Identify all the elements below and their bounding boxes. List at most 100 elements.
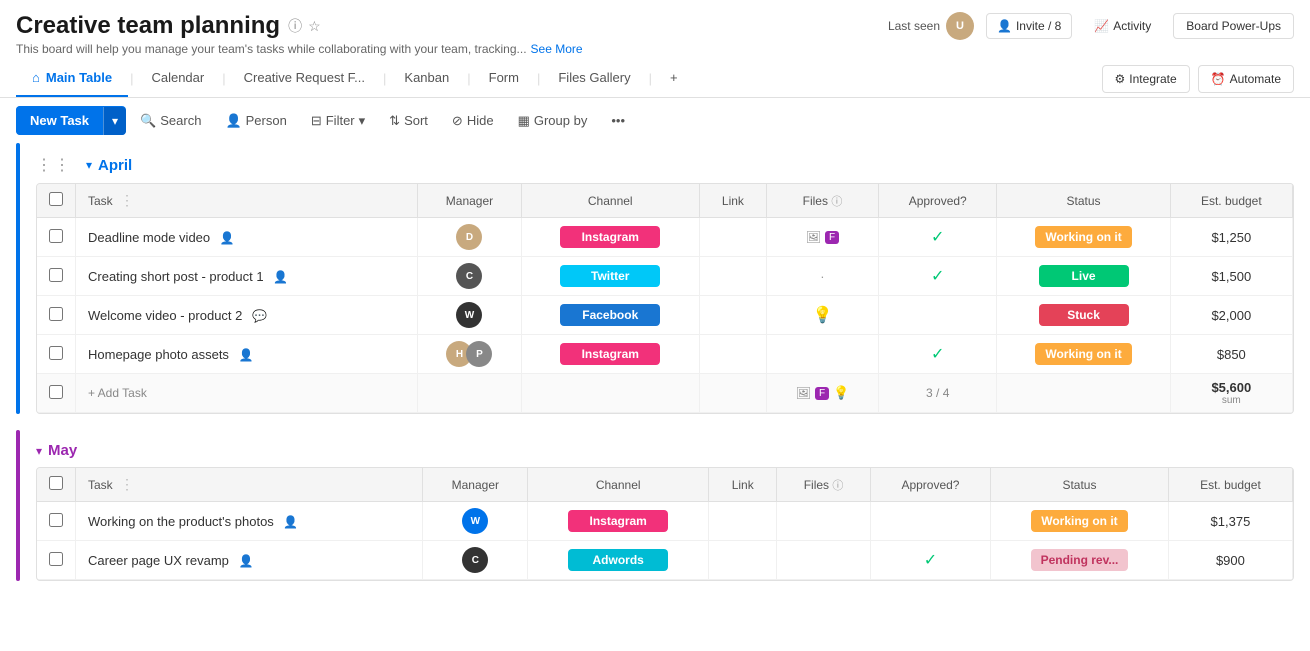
- cell-budget: $1,250: [1170, 218, 1292, 257]
- nav-separator-5: |: [535, 71, 542, 86]
- cell-files: [766, 335, 878, 374]
- group-drag-dots[interactable]: ⋮⋮: [36, 155, 72, 175]
- filter-button[interactable]: ⊟ Filter ▾: [301, 107, 375, 135]
- task-person-icon: 👤: [273, 270, 288, 284]
- tab-main-table[interactable]: ⌂ Main Table: [16, 60, 128, 97]
- new-task-main-button[interactable]: New Task: [16, 106, 103, 135]
- nav-tabs: ⌂ Main Table | Calendar | Creative Reque…: [0, 60, 1310, 98]
- see-more-link[interactable]: See More: [531, 42, 583, 56]
- hide-icon: ⊘: [452, 113, 463, 129]
- col-channel-april: Channel: [521, 184, 699, 218]
- footer-files-icons: 🖼 F 💡: [779, 385, 866, 401]
- add-task-cell[interactable]: + Add Task: [76, 374, 418, 413]
- col-channel-may: Channel: [528, 468, 709, 502]
- col-status-may: Status: [991, 468, 1169, 502]
- invite-button[interactable]: 👤 Invite / 8: [986, 13, 1072, 39]
- nav-separator-1: |: [128, 71, 135, 86]
- row-checkbox[interactable]: [49, 229, 63, 243]
- group-title-april: April: [98, 157, 132, 174]
- tab-calendar[interactable]: Calendar: [135, 60, 220, 97]
- cell-task-name: Creating short post - product 1 👤: [76, 257, 418, 296]
- powerups-button[interactable]: Board Power-Ups: [1173, 13, 1294, 39]
- table-header-row-april: Task ⋮ Manager Channel Link Files ⓘ Appr…: [37, 184, 1293, 218]
- group-collapse-icon-may[interactable]: ▾: [36, 444, 42, 458]
- status-badge: Working on it: [1035, 226, 1131, 248]
- page-title: Creative team planning: [16, 12, 280, 40]
- group-by-icon: ▦: [518, 113, 530, 129]
- cell-checkbox: [37, 541, 76, 580]
- cell-checkbox: [37, 502, 76, 541]
- info-icon-button[interactable]: ⓘ: [288, 16, 302, 36]
- files-img-icon: 🖼: [806, 230, 821, 244]
- manager-avatars: C: [435, 547, 515, 573]
- more-dots-icon: •••: [611, 113, 625, 128]
- new-task-arrow-button[interactable]: ▾: [103, 107, 126, 135]
- activity-icon: 📈: [1094, 19, 1109, 33]
- tab-form[interactable]: Form: [473, 60, 535, 97]
- row-checkbox[interactable]: [49, 346, 63, 360]
- task-person-icon: 👤: [239, 348, 254, 362]
- row-checkbox[interactable]: [49, 307, 63, 321]
- status-badge: Working on it: [1035, 343, 1131, 365]
- cell-status: Pending rev...: [991, 541, 1169, 580]
- footer-light-icon: 💡: [833, 385, 849, 401]
- footer-checkbox-cell: [37, 374, 76, 413]
- cell-task-name: Deadline mode video 👤: [76, 218, 418, 257]
- hide-button[interactable]: ⊘ Hide: [442, 107, 504, 135]
- task-col-dots-may: ⋮: [120, 476, 134, 492]
- col-manager-april: Manager: [418, 184, 521, 218]
- cell-status: Working on it: [997, 218, 1170, 257]
- search-button[interactable]: 🔍 Search: [130, 107, 211, 135]
- cell-channel: Instagram: [521, 218, 699, 257]
- task-person-icon: 👤: [283, 515, 298, 529]
- footer-img-icon: 🖼: [796, 386, 811, 400]
- sum-label: sum: [1183, 395, 1280, 406]
- automate-button[interactable]: ⏰ Automate: [1198, 65, 1294, 93]
- tab-files-gallery[interactable]: Files Gallery: [542, 60, 646, 97]
- footer-purple-badge: F: [815, 387, 829, 400]
- cell-budget: $2,000: [1170, 296, 1292, 335]
- row-checkbox[interactable]: [49, 268, 63, 282]
- nav-separator-6: |: [647, 71, 654, 86]
- footer-link-cell: [699, 374, 766, 413]
- group-by-button[interactable]: ▦ Group by: [508, 107, 598, 135]
- cell-manager: W: [423, 502, 528, 541]
- tab-kanban[interactable]: Kanban: [388, 60, 465, 97]
- footer-manager-cell: [418, 374, 521, 413]
- cell-status: Working on it: [991, 502, 1169, 541]
- header-right: Last seen U 👤 Invite / 8 📈 Activity Boar…: [888, 12, 1294, 40]
- cell-files: 💡: [766, 296, 878, 335]
- footer-budget-cell: $5,600 sum: [1170, 374, 1292, 413]
- group-collapse-icon[interactable]: ▾: [86, 158, 92, 172]
- cell-checkbox: [37, 296, 76, 335]
- person-button[interactable]: 👤 Person: [215, 107, 296, 135]
- nav-separator-4: |: [465, 71, 472, 86]
- cell-task-name: Career page UX revamp 👤: [76, 541, 423, 580]
- footer-channel-cell: [521, 374, 699, 413]
- cell-link: [709, 541, 777, 580]
- nav-right: ⚙ Integrate ⏰ Automate: [1102, 65, 1294, 93]
- row-checkbox[interactable]: [49, 552, 63, 566]
- manager-avatar: C: [456, 263, 482, 289]
- row-checkbox[interactable]: [49, 513, 63, 527]
- subtitle-text: This board will help you manage your tea…: [16, 42, 527, 56]
- star-icon-button[interactable]: ☆: [308, 18, 321, 35]
- nav-left: ⌂ Main Table | Calendar | Creative Reque…: [16, 60, 694, 97]
- footer-checkbox[interactable]: [49, 385, 63, 399]
- nav-separator-2: |: [220, 71, 227, 86]
- cell-budget: $1,500: [1170, 257, 1292, 296]
- task-person-icon: 👤: [220, 231, 235, 245]
- select-all-checkbox-may[interactable]: [49, 476, 63, 490]
- cell-channel: Twitter: [521, 257, 699, 296]
- integrate-button[interactable]: ⚙ Integrate: [1102, 65, 1190, 93]
- tab-creative-request[interactable]: Creative Request F...: [228, 60, 381, 97]
- status-badge: Working on it: [1031, 510, 1127, 532]
- sort-button[interactable]: ⇅ Sort: [379, 107, 438, 135]
- activity-button[interactable]: 📈 Activity: [1084, 14, 1161, 38]
- tab-add[interactable]: +: [654, 60, 694, 97]
- group-header-may: ▾ May: [28, 430, 1294, 467]
- select-all-checkbox-april[interactable]: [49, 192, 63, 206]
- more-options-button[interactable]: •••: [601, 107, 635, 134]
- col-files-may: Files ⓘ: [777, 468, 871, 502]
- table-row: Career page UX revamp 👤 C Adwords ✓ Pe: [37, 541, 1293, 580]
